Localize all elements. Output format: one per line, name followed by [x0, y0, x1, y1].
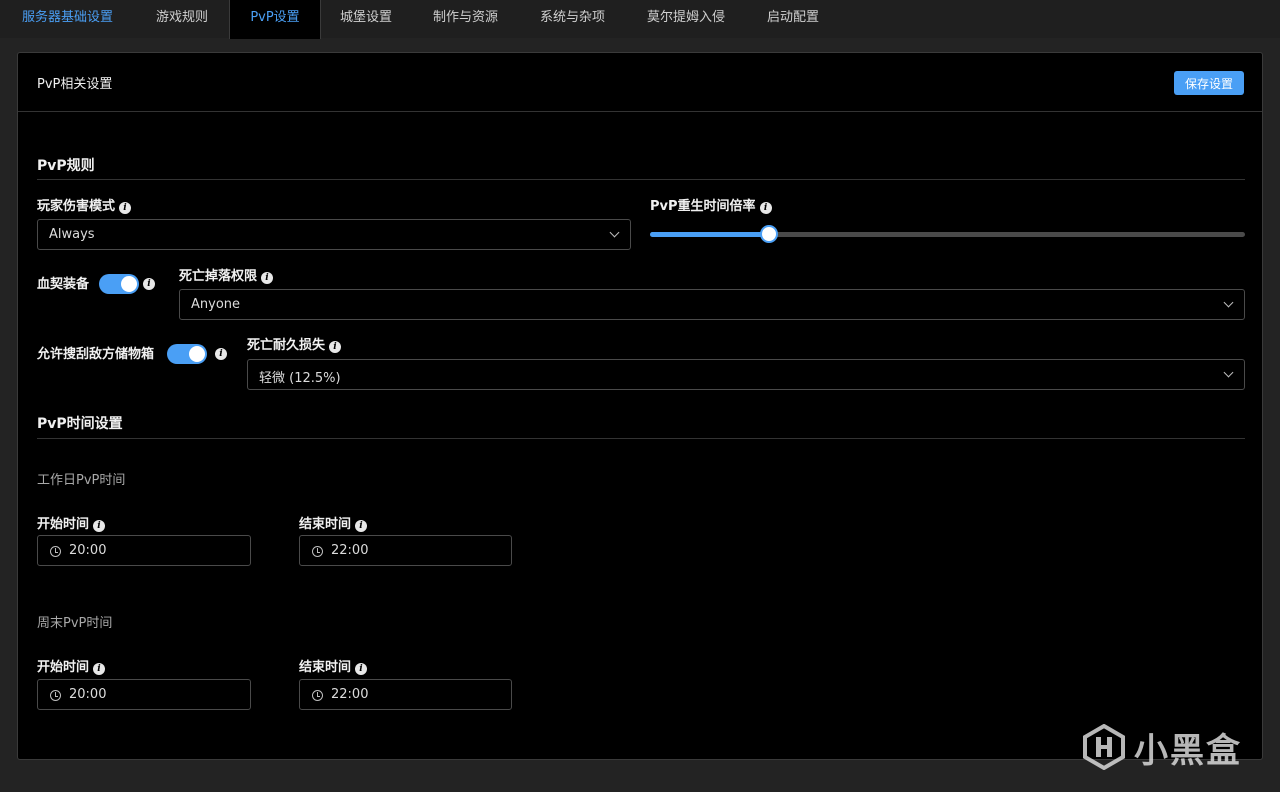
- death-loot-label: 死亡掉落权限: [179, 269, 258, 284]
- tab-startup-config[interactable]: 启动配置: [767, 0, 819, 38]
- chevron-down-icon: [609, 227, 620, 238]
- tab-pvp-settings[interactable]: PvP设置: [229, 0, 321, 39]
- pvp-settings-card: PvP相关设置 保存设置 PvP规则 玩家伤害模式 i Always PvP重生时…: [17, 52, 1263, 760]
- weekday-end-value: 22:00: [331, 543, 369, 558]
- tab-invasion[interactable]: 莫尔提姆入侵: [647, 0, 725, 38]
- toggle-knob: [121, 276, 137, 292]
- weekend-start-label: 开始时间: [37, 660, 90, 675]
- clock-icon: [50, 546, 61, 557]
- weekend-end-label: 结束时间: [299, 660, 352, 675]
- weekend-pvp-title: 周末PvP时间: [37, 616, 113, 631]
- save-settings-button[interactable]: 保存设置: [1174, 71, 1244, 95]
- watermark: 小黑盒: [1082, 722, 1242, 772]
- weekend-end-time-input[interactable]: 22:00: [299, 679, 512, 710]
- info-icon[interactable]: i: [261, 272, 274, 284]
- weekend-end-label-row: 结束时间 i: [299, 656, 368, 675]
- blood-bound-toggle[interactable]: [99, 274, 139, 294]
- info-icon[interactable]: i: [143, 278, 155, 290]
- respawn-rate-label: PvP重生时间倍率: [650, 199, 756, 214]
- death-loot-value: Anyone: [191, 297, 241, 312]
- tab-server-basic[interactable]: 服务器基础设置: [22, 0, 113, 38]
- weekday-start-value: 20:00: [69, 543, 107, 558]
- weekend-start-label-row: 开始时间 i: [37, 656, 106, 675]
- blood-bound-label: 血契装备: [37, 277, 90, 292]
- chevron-down-icon: [1223, 297, 1234, 308]
- info-icon[interactable]: i: [355, 520, 368, 532]
- loot-storage-toggle[interactable]: [167, 344, 207, 364]
- weekend-start-value: 20:00: [69, 687, 107, 702]
- damage-mode-label-row: 玩家伤害模式 i: [37, 195, 132, 214]
- respawn-rate-slider-thumb[interactable]: [760, 225, 778, 243]
- tab-crafting-resources[interactable]: 制作与资源: [433, 0, 498, 38]
- tab-bar: 服务器基础设置 游戏规则 PvP设置 城堡设置 制作与资源 系统与杂项 莫尔提姆…: [0, 0, 1280, 39]
- tab-castle-settings[interactable]: 城堡设置: [340, 0, 392, 38]
- chevron-down-icon: [1223, 367, 1234, 378]
- damage-mode-select[interactable]: Always: [37, 219, 631, 250]
- weekday-start-time-input[interactable]: 20:00: [37, 535, 251, 566]
- info-icon[interactable]: i: [759, 202, 772, 214]
- weekday-start-label-row: 开始时间 i: [37, 513, 106, 532]
- tab-system-misc[interactable]: 系统与杂项: [540, 0, 605, 38]
- weekday-end-time-input[interactable]: 22:00: [299, 535, 512, 566]
- info-icon[interactable]: i: [329, 341, 342, 353]
- respawn-rate-slider-fill: [650, 232, 769, 237]
- card-header: PvP相关设置 保存设置: [18, 53, 1262, 112]
- info-icon[interactable]: i: [93, 663, 106, 675]
- durability-loss-select[interactable]: 轻微 (12.5%): [247, 359, 1245, 390]
- weekend-end-value: 22:00: [331, 687, 369, 702]
- weekday-pvp-title: 工作日PvP时间: [37, 473, 126, 488]
- clock-icon: [312, 546, 323, 557]
- durability-loss-label-row: 死亡耐久损失 i: [247, 334, 342, 353]
- section-title-pvp-rules: PvP规则: [37, 158, 95, 174]
- section-title-pvp-time: PvP时间设置: [37, 416, 123, 432]
- watermark-text: 小黑盒: [1134, 730, 1242, 771]
- clock-icon: [50, 690, 61, 701]
- damage-mode-label: 玩家伤害模式: [37, 199, 116, 214]
- weekend-start-time-input[interactable]: 20:00: [37, 679, 251, 710]
- toggle-knob: [189, 346, 205, 362]
- info-icon[interactable]: i: [119, 202, 132, 214]
- card-title: PvP相关设置: [37, 77, 113, 92]
- info-icon[interactable]: i: [355, 663, 368, 675]
- weekday-end-label: 结束时间: [299, 517, 352, 532]
- durability-loss-value: 轻微 (12.5%): [259, 371, 341, 386]
- respawn-rate-label-row: PvP重生时间倍率 i: [650, 195, 772, 214]
- info-icon[interactable]: i: [93, 520, 106, 532]
- weekday-start-label: 开始时间: [37, 517, 90, 532]
- weekday-end-label-row: 结束时间 i: [299, 513, 368, 532]
- loot-storage-label: 允许搜刮敌方储物箱: [37, 347, 155, 362]
- section-divider: [37, 179, 1245, 180]
- death-loot-label-row: 死亡掉落权限 i: [179, 265, 274, 284]
- death-loot-select[interactable]: Anyone: [179, 289, 1245, 320]
- section-divider: [37, 438, 1245, 439]
- tab-game-rules[interactable]: 游戏规则: [156, 0, 208, 38]
- clock-icon: [312, 690, 323, 701]
- heybox-logo-icon: [1083, 724, 1125, 770]
- damage-mode-value: Always: [49, 227, 95, 242]
- info-icon[interactable]: i: [215, 348, 227, 360]
- durability-loss-label: 死亡耐久损失: [247, 338, 326, 353]
